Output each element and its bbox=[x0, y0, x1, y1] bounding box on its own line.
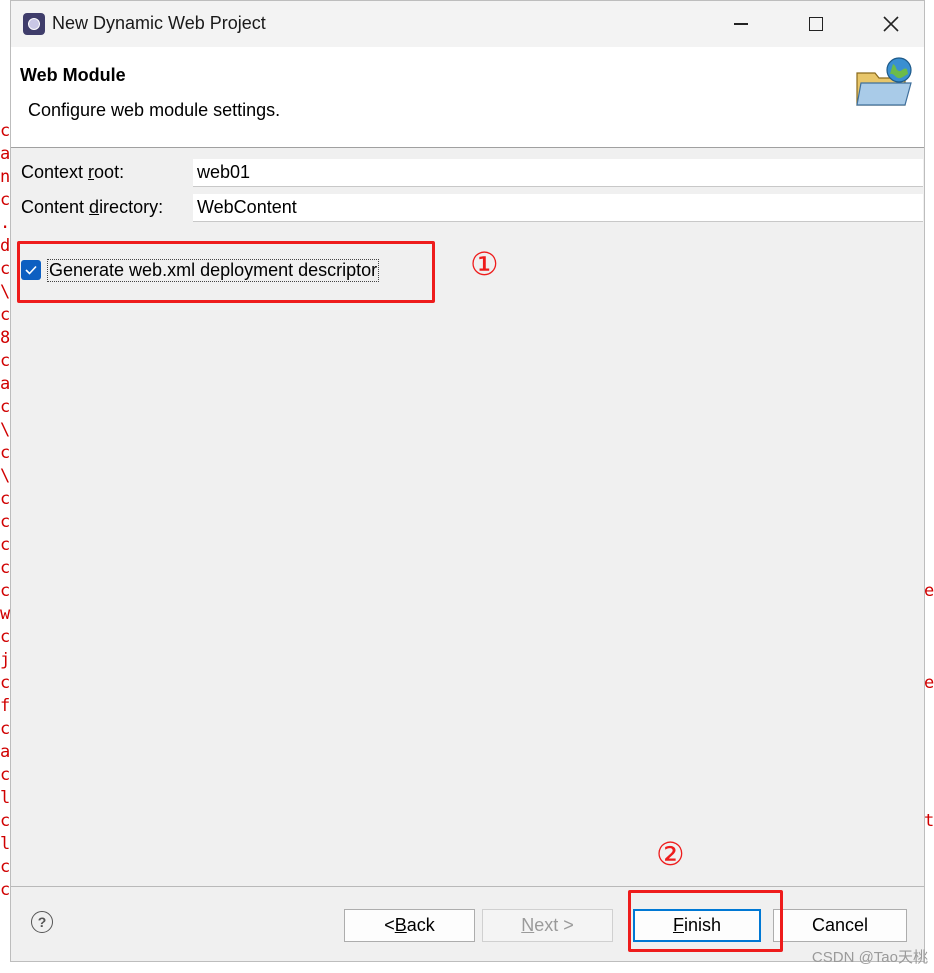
context-root-label: Context root: bbox=[21, 162, 125, 182]
context-root-input[interactable] bbox=[193, 159, 923, 187]
close-button[interactable] bbox=[856, 1, 926, 47]
annotation-box-step1 bbox=[17, 241, 435, 303]
content-directory-input[interactable] bbox=[193, 194, 923, 222]
next-button[interactable]: Next > bbox=[482, 909, 613, 942]
close-icon bbox=[883, 16, 899, 32]
back-button[interactable]: < Back bbox=[344, 909, 475, 942]
title-bar: New Dynamic Web Project bbox=[11, 1, 924, 47]
context-root-row: Context root: bbox=[21, 159, 923, 187]
page-title: Web Module bbox=[20, 65, 126, 85]
page-description: Configure web module settings. bbox=[28, 100, 281, 120]
annotation-box-step2 bbox=[628, 890, 783, 952]
annotation-number-1: ① bbox=[470, 245, 499, 283]
web-folder-globe-icon bbox=[856, 57, 912, 106]
annotation-number-2: ② bbox=[656, 835, 685, 873]
window-title: New Dynamic Web Project bbox=[52, 13, 266, 33]
eclipse-app-icon bbox=[23, 13, 45, 35]
maximize-icon bbox=[809, 17, 823, 31]
footer-separator bbox=[11, 886, 924, 887]
new-project-dialog: New Dynamic Web Project Web Module Confi… bbox=[10, 0, 925, 962]
watermark-text: CSDN @Tao天桃 bbox=[811, 949, 928, 966]
minimize-button[interactable] bbox=[706, 1, 776, 47]
minimize-icon bbox=[734, 23, 748, 25]
help-icon[interactable]: ? bbox=[31, 911, 53, 933]
background-editor-text-right: e e t bbox=[924, 581, 934, 831]
content-directory-label: Content directory: bbox=[21, 197, 164, 217]
cancel-button[interactable]: Cancel bbox=[773, 909, 907, 942]
wizard-banner: Web Module Configure web module settings… bbox=[11, 47, 924, 148]
content-directory-row: Content directory: bbox=[21, 194, 923, 222]
maximize-button[interactable] bbox=[781, 1, 851, 47]
